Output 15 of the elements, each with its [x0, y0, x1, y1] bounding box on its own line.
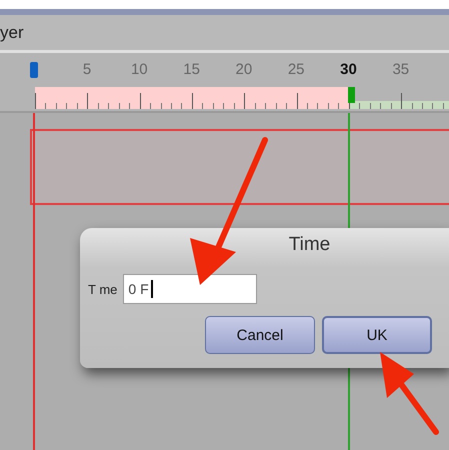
frame-number: 5 [82, 61, 92, 78]
dialog-title: Time [288, 233, 332, 257]
field-label: T me [88, 282, 118, 296]
panel-title: yer [0, 22, 24, 42]
frame-number: 30 [340, 61, 357, 78]
ok-button[interactable]: UK [322, 316, 432, 354]
frame-number: 10 [130, 61, 148, 78]
time-input-field[interactable]: 0 F [123, 274, 258, 304]
cancel-button[interactable]: Cancel [205, 316, 315, 354]
frame-number: 15 [183, 61, 200, 78]
frame-number: 25 [288, 61, 305, 78]
frame-number: 20 [236, 61, 252, 78]
frame-number: 35 [392, 61, 410, 78]
playhead-handle[interactable] [30, 62, 38, 78]
keyframe-marker [348, 87, 355, 103]
